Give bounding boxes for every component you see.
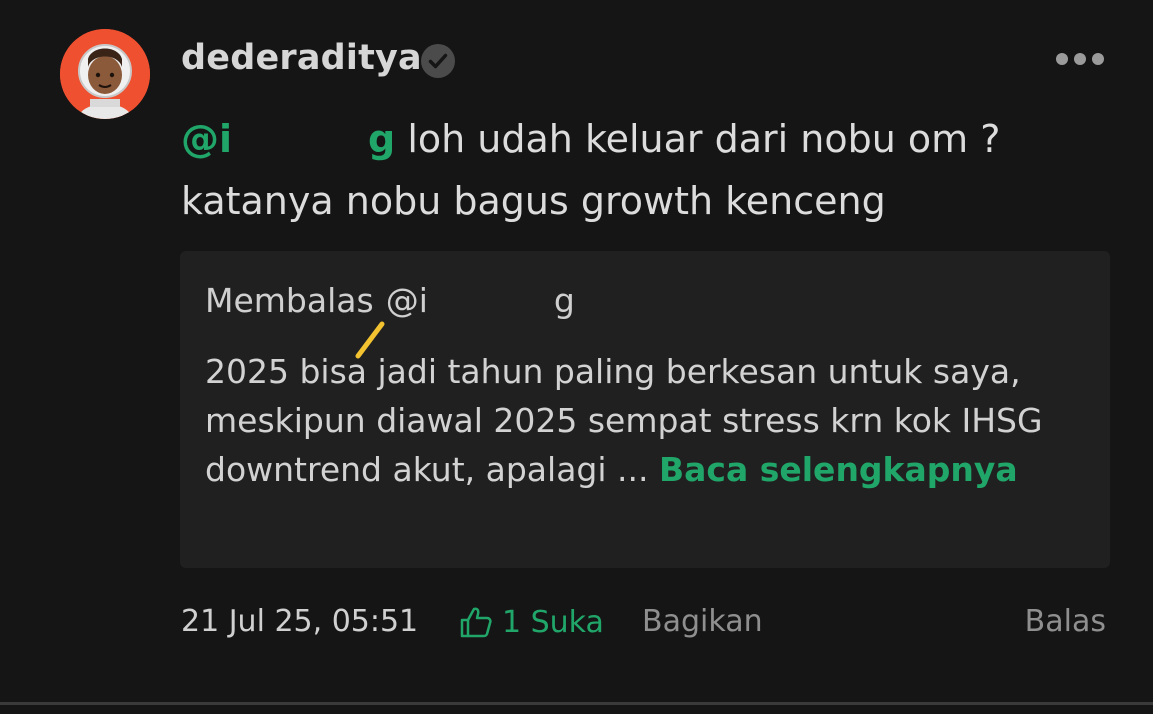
thumbs-up-icon bbox=[460, 607, 492, 638]
quote-header: Membalas @i g bbox=[205, 281, 575, 320]
quoted-reply[interactable]: Membalas @i g 2025 bisa jadi tahun paling … bbox=[180, 251, 1110, 568]
more-dot bbox=[1056, 53, 1068, 65]
username[interactable]: dederaditya bbox=[181, 38, 422, 78]
read-more-link[interactable]: Baca selengkapnya bbox=[659, 450, 1018, 489]
comment-footer: 21 Jul 25, 05:51 1 Suka Bagikan Balas bbox=[181, 600, 1111, 644]
like-button[interactable]: 1 Suka bbox=[458, 600, 604, 644]
reply-prefix: Membalas bbox=[205, 281, 374, 320]
reply-button[interactable]: Balas bbox=[1025, 600, 1106, 644]
bottom-divider bbox=[0, 702, 1153, 705]
like-count: 1 Suka bbox=[502, 604, 604, 640]
verified-check-icon bbox=[420, 43, 456, 79]
astronaut-avatar-image bbox=[60, 29, 150, 119]
user-avatar[interactable] bbox=[60, 29, 150, 119]
quoted-text: 2025 bisa jadi tahun paling berkesan unt… bbox=[205, 352, 1043, 489]
mention-link[interactable]: @i g bbox=[181, 117, 395, 161]
share-button[interactable]: Bagikan bbox=[642, 600, 763, 644]
quoted-mention[interactable]: @i g bbox=[386, 281, 575, 320]
timestamp: 21 Jul 25, 05:51 bbox=[181, 604, 419, 639]
more-dot bbox=[1092, 53, 1104, 65]
comment-text: @i g loh udah keluar dari nobu om ? katan… bbox=[181, 108, 1111, 232]
more-dot bbox=[1074, 53, 1086, 65]
more-options-icon[interactable] bbox=[1048, 42, 1112, 76]
